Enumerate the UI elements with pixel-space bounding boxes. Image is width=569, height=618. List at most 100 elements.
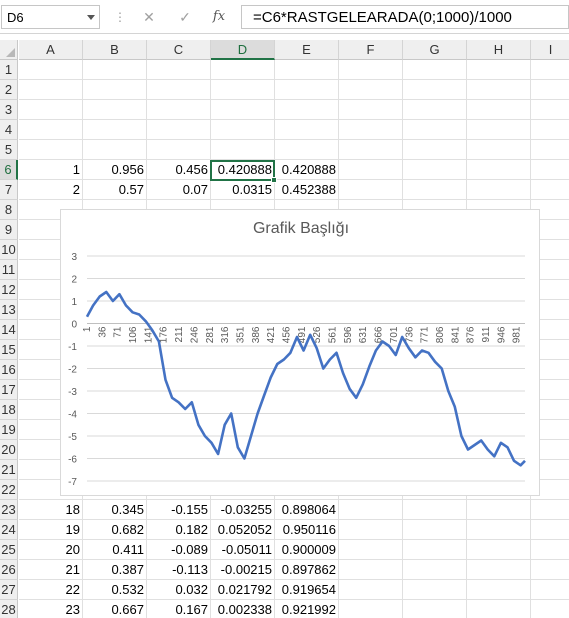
row-header-23[interactable]: 23 [0,500,18,520]
cell-b28[interactable]: 0.667 [83,600,147,618]
cell-c25[interactable]: -0.089 [147,540,211,560]
formula-input[interactable]: =C6*RASTGELEARADA(0;1000)/1000 [241,5,569,29]
cell-d27[interactable]: 0.021792 [211,580,275,600]
cell-d26[interactable]: -0.00215 [211,560,275,580]
cell-a28[interactable]: 23 [19,600,83,618]
x-tick-label: 176 [159,326,170,343]
row-header-20[interactable]: 20 [0,440,18,460]
chart-object[interactable]: Grafik Başlığı 3 2 1 0 -1 -2 -3 -4 -5 -6 -7 1 36 71 10… [60,209,540,496]
column-header-e[interactable]: E [275,40,339,60]
cell-c23[interactable]: -0.155 [147,500,211,520]
row-header-27[interactable]: 27 [0,580,18,600]
cell-a23[interactable]: 18 [19,500,83,520]
cell-b6[interactable]: 0.956 [83,160,147,180]
cell-a6[interactable]: 1 [19,160,83,180]
y-tick-label: 0 [71,320,77,331]
cell-d23[interactable]: -0.03255 [211,500,275,520]
column-header-i[interactable]: I [531,40,569,60]
column-header-a[interactable]: A [19,40,83,60]
x-tick-label: 561 [328,326,339,343]
row-header-26[interactable]: 26 [0,560,18,580]
cell-d24[interactable]: 0.052052 [211,520,275,540]
y-tick-label: -4 [68,410,77,421]
y-tick-label: -5 [68,432,77,443]
cell-e25[interactable]: 0.900009 [275,540,339,560]
cell-c28[interactable]: 0.167 [147,600,211,618]
row-header-10[interactable]: 10 [0,240,18,260]
row-header-15[interactable]: 15 [0,340,18,360]
series-line [85,290,526,467]
name-box[interactable]: D6 [1,5,100,29]
row-header-11[interactable]: 11 [0,260,18,280]
row-header-5[interactable]: 5 [0,140,18,160]
row-header-8[interactable]: 8 [0,200,18,220]
row-header-25[interactable]: 25 [0,540,18,560]
row-header-3[interactable]: 3 [0,100,18,120]
cell-e7[interactable]: 0.452388 [275,180,339,200]
x-tick-label: 736 [404,326,415,343]
row-header-12[interactable]: 12 [0,280,18,300]
cell-e6[interactable]: 0.420888 [275,160,339,180]
row-header-14[interactable]: 14 [0,320,18,340]
column-header-d[interactable]: D [211,40,275,60]
check-icon[interactable]: ✓ [175,7,195,27]
row-header-28[interactable]: 28 [0,600,18,618]
fill-handle[interactable] [271,177,277,183]
row-header-4[interactable]: 4 [0,120,18,140]
row-header-1[interactable]: 1 [0,60,18,80]
row-header-22[interactable]: 22 [0,480,18,500]
cell-e23[interactable]: 0.898064 [275,500,339,520]
row-header-21[interactable]: 21 [0,460,18,480]
x-tick-label: 806 [435,326,446,343]
row-header-24[interactable]: 24 [0,520,18,540]
cell-c6[interactable]: 0.456 [147,160,211,180]
cell-a7[interactable]: 2 [19,180,83,200]
column-header-f[interactable]: F [339,40,403,60]
cell-c26[interactable]: -0.113 [147,560,211,580]
cell-b25[interactable]: 0.411 [83,540,147,560]
cell-b7[interactable]: 0.57 [83,180,147,200]
y-tick-label: 3 [71,252,77,263]
cell-b23[interactable]: 0.345 [83,500,147,520]
formula-bar-drag-handle[interactable]: ⋮ [114,9,126,25]
row-header-2[interactable]: 2 [0,80,18,100]
row-header-17[interactable]: 17 [0,380,18,400]
cell-c27[interactable]: 0.032 [147,580,211,600]
cancel-icon[interactable]: ✕ [139,7,159,27]
cell-e24[interactable]: 0.950116 [275,520,339,540]
x-tick-label: 911 [481,326,492,342]
cell-b26[interactable]: 0.387 [83,560,147,580]
cell-c7[interactable]: 0.07 [147,180,211,200]
column-header-g[interactable]: G [403,40,467,60]
cell-d25[interactable]: -0.05011 [211,540,275,560]
row-header-18[interactable]: 18 [0,400,18,420]
cell-b24[interactable]: 0.682 [83,520,147,540]
x-tick-label: 351 [235,326,246,343]
select-all-button[interactable] [0,40,18,60]
active-cell-border [210,160,275,181]
chevron-down-icon[interactable] [87,15,95,20]
cell-e27[interactable]: 0.919654 [275,580,339,600]
cell-d7[interactable]: 0.0315 [211,180,275,200]
cell-d28[interactable]: 0.002338 [211,600,275,618]
cell-b27[interactable]: 0.532 [83,580,147,600]
cell-a26[interactable]: 21 [19,560,83,580]
cell-a25[interactable]: 20 [19,540,83,560]
row-header-9[interactable]: 9 [0,220,18,240]
cell-a24[interactable]: 19 [19,520,83,540]
row-header-19[interactable]: 19 [0,420,18,440]
row-header-7[interactable]: 7 [0,180,18,200]
row-header-16[interactable]: 16 [0,360,18,380]
insert-function-icon[interactable]: fx [209,7,229,27]
cell-c24[interactable]: 0.182 [147,520,211,540]
cell-e28[interactable]: 0.921992 [275,600,339,618]
y-tick-label: -7 [68,477,77,488]
x-tick-label: 211 [174,326,185,342]
column-header-b[interactable]: B [83,40,147,60]
cell-a27[interactable]: 22 [19,580,83,600]
row-header-6[interactable]: 6 [0,160,18,180]
column-header-h[interactable]: H [467,40,531,60]
cell-e26[interactable]: 0.897862 [275,560,339,580]
column-header-c[interactable]: C [147,40,211,60]
row-header-13[interactable]: 13 [0,300,18,320]
